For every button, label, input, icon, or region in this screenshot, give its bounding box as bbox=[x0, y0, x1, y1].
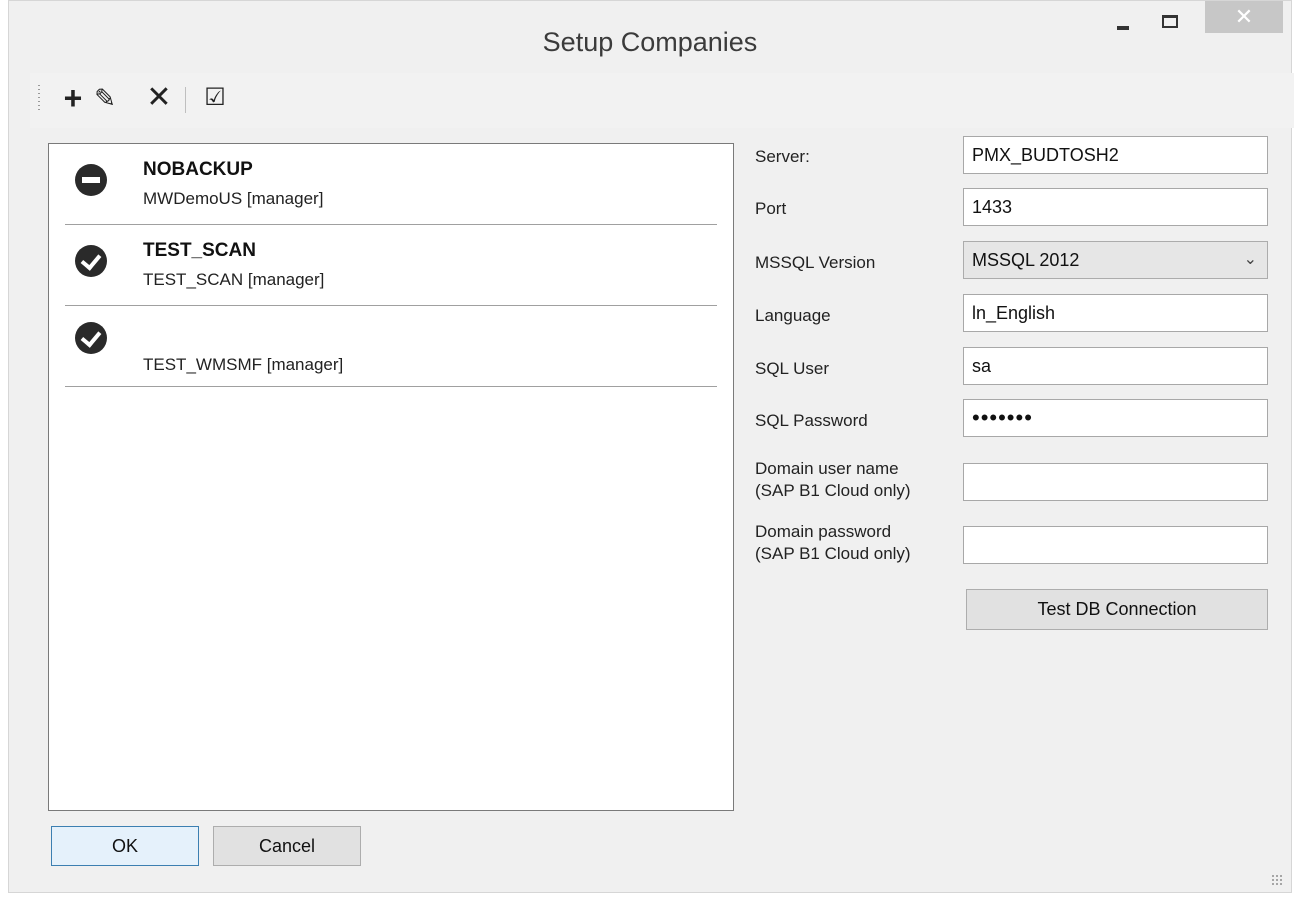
minus-circle-icon bbox=[75, 164, 107, 196]
mssql-version-label: MSSQL Version bbox=[755, 253, 876, 272]
company-list-item[interactable]: NOBACKUP MWDemoUS [manager] bbox=[65, 144, 717, 225]
company-name: TEST_SCAN bbox=[143, 240, 256, 261]
close-button[interactable]: ✕ bbox=[1205, 1, 1283, 33]
company-list[interactable]: NOBACKUP MWDemoUS [manager] TEST_SCAN TE… bbox=[48, 143, 734, 811]
server-label: Server: bbox=[755, 147, 810, 166]
edit-company-button[interactable]: ✎ bbox=[90, 81, 120, 115]
language-field[interactable]: ln_English bbox=[963, 294, 1268, 332]
minimize-button[interactable] bbox=[1102, 1, 1142, 31]
setup-companies-window: Setup Companies ✕ + ✎ ✕ ☑ NOBACKUP MWDem… bbox=[8, 0, 1294, 893]
company-name: NOBACKUP bbox=[143, 159, 253, 180]
window-title: Setup Companies bbox=[542, 27, 758, 57]
sql-password-label: SQL Password bbox=[755, 411, 868, 430]
domain-password-label-line1: Domain password bbox=[755, 522, 892, 541]
delete-company-button[interactable]: ✕ bbox=[144, 81, 174, 115]
sql-password-field[interactable]: ••••••• bbox=[963, 399, 1268, 437]
checkbox-icon: ☑ bbox=[204, 84, 226, 111]
mssql-version-select[interactable]: MSSQL 2012 ⌄ bbox=[963, 241, 1268, 279]
domain-password-label: Domain password (SAP B1 Cloud only) bbox=[755, 521, 911, 565]
sql-user-label: SQL User bbox=[755, 359, 830, 378]
chevron-down-icon: ⌄ bbox=[1243, 251, 1257, 268]
select-company-button[interactable]: ☑ bbox=[200, 81, 230, 115]
company-detail: TEST_SCAN [manager] bbox=[143, 270, 325, 289]
company-list-item[interactable]: TEST_SCAN TEST_SCAN [manager] bbox=[65, 225, 717, 306]
domain-user-field[interactable] bbox=[963, 463, 1268, 501]
cancel-button[interactable]: Cancel bbox=[213, 826, 361, 866]
toolbar-panel: + ✎ ✕ ☑ bbox=[30, 73, 1294, 128]
domain-user-label-line1: Domain user name bbox=[755, 459, 899, 478]
server-field[interactable]: PMX_BUDTOSH2 bbox=[963, 136, 1268, 174]
check-circle-icon bbox=[75, 322, 107, 354]
check-circle-icon bbox=[75, 245, 107, 277]
toolbar-grip[interactable] bbox=[38, 85, 40, 113]
pencil-icon: ✎ bbox=[94, 83, 116, 113]
domain-user-label-line2: (SAP B1 Cloud only) bbox=[755, 481, 911, 500]
plus-icon: + bbox=[63, 80, 83, 116]
domain-password-field[interactable] bbox=[963, 526, 1268, 564]
delete-icon: ✕ bbox=[146, 81, 172, 114]
company-list-item[interactable]: TEST_WMSMF [manager] bbox=[65, 306, 717, 387]
minimize-icon bbox=[1117, 26, 1129, 30]
toolbar: + ✎ ✕ ☑ bbox=[30, 73, 1294, 128]
resize-grip[interactable] bbox=[1271, 874, 1283, 886]
domain-password-label-line2: (SAP B1 Cloud only) bbox=[755, 544, 911, 563]
test-db-connection-button[interactable]: Test DB Connection bbox=[966, 589, 1268, 630]
company-detail: TEST_WMSMF [manager] bbox=[143, 355, 344, 374]
language-label: Language bbox=[755, 306, 831, 325]
sql-user-field[interactable]: sa bbox=[963, 347, 1268, 385]
close-icon: ✕ bbox=[1234, 4, 1254, 29]
port-label: Port bbox=[755, 199, 787, 218]
domain-user-label: Domain user name (SAP B1 Cloud only) bbox=[755, 458, 911, 502]
company-detail: MWDemoUS [manager] bbox=[143, 189, 324, 208]
maximize-button[interactable] bbox=[1151, 1, 1191, 31]
maximize-icon bbox=[1162, 15, 1178, 28]
ok-button[interactable]: OK bbox=[51, 826, 199, 866]
mssql-version-value: MSSQL 2012 bbox=[972, 250, 1080, 270]
port-field[interactable]: 1433 bbox=[963, 188, 1268, 226]
add-company-button[interactable]: + bbox=[58, 81, 88, 115]
toolbar-separator bbox=[185, 87, 186, 113]
